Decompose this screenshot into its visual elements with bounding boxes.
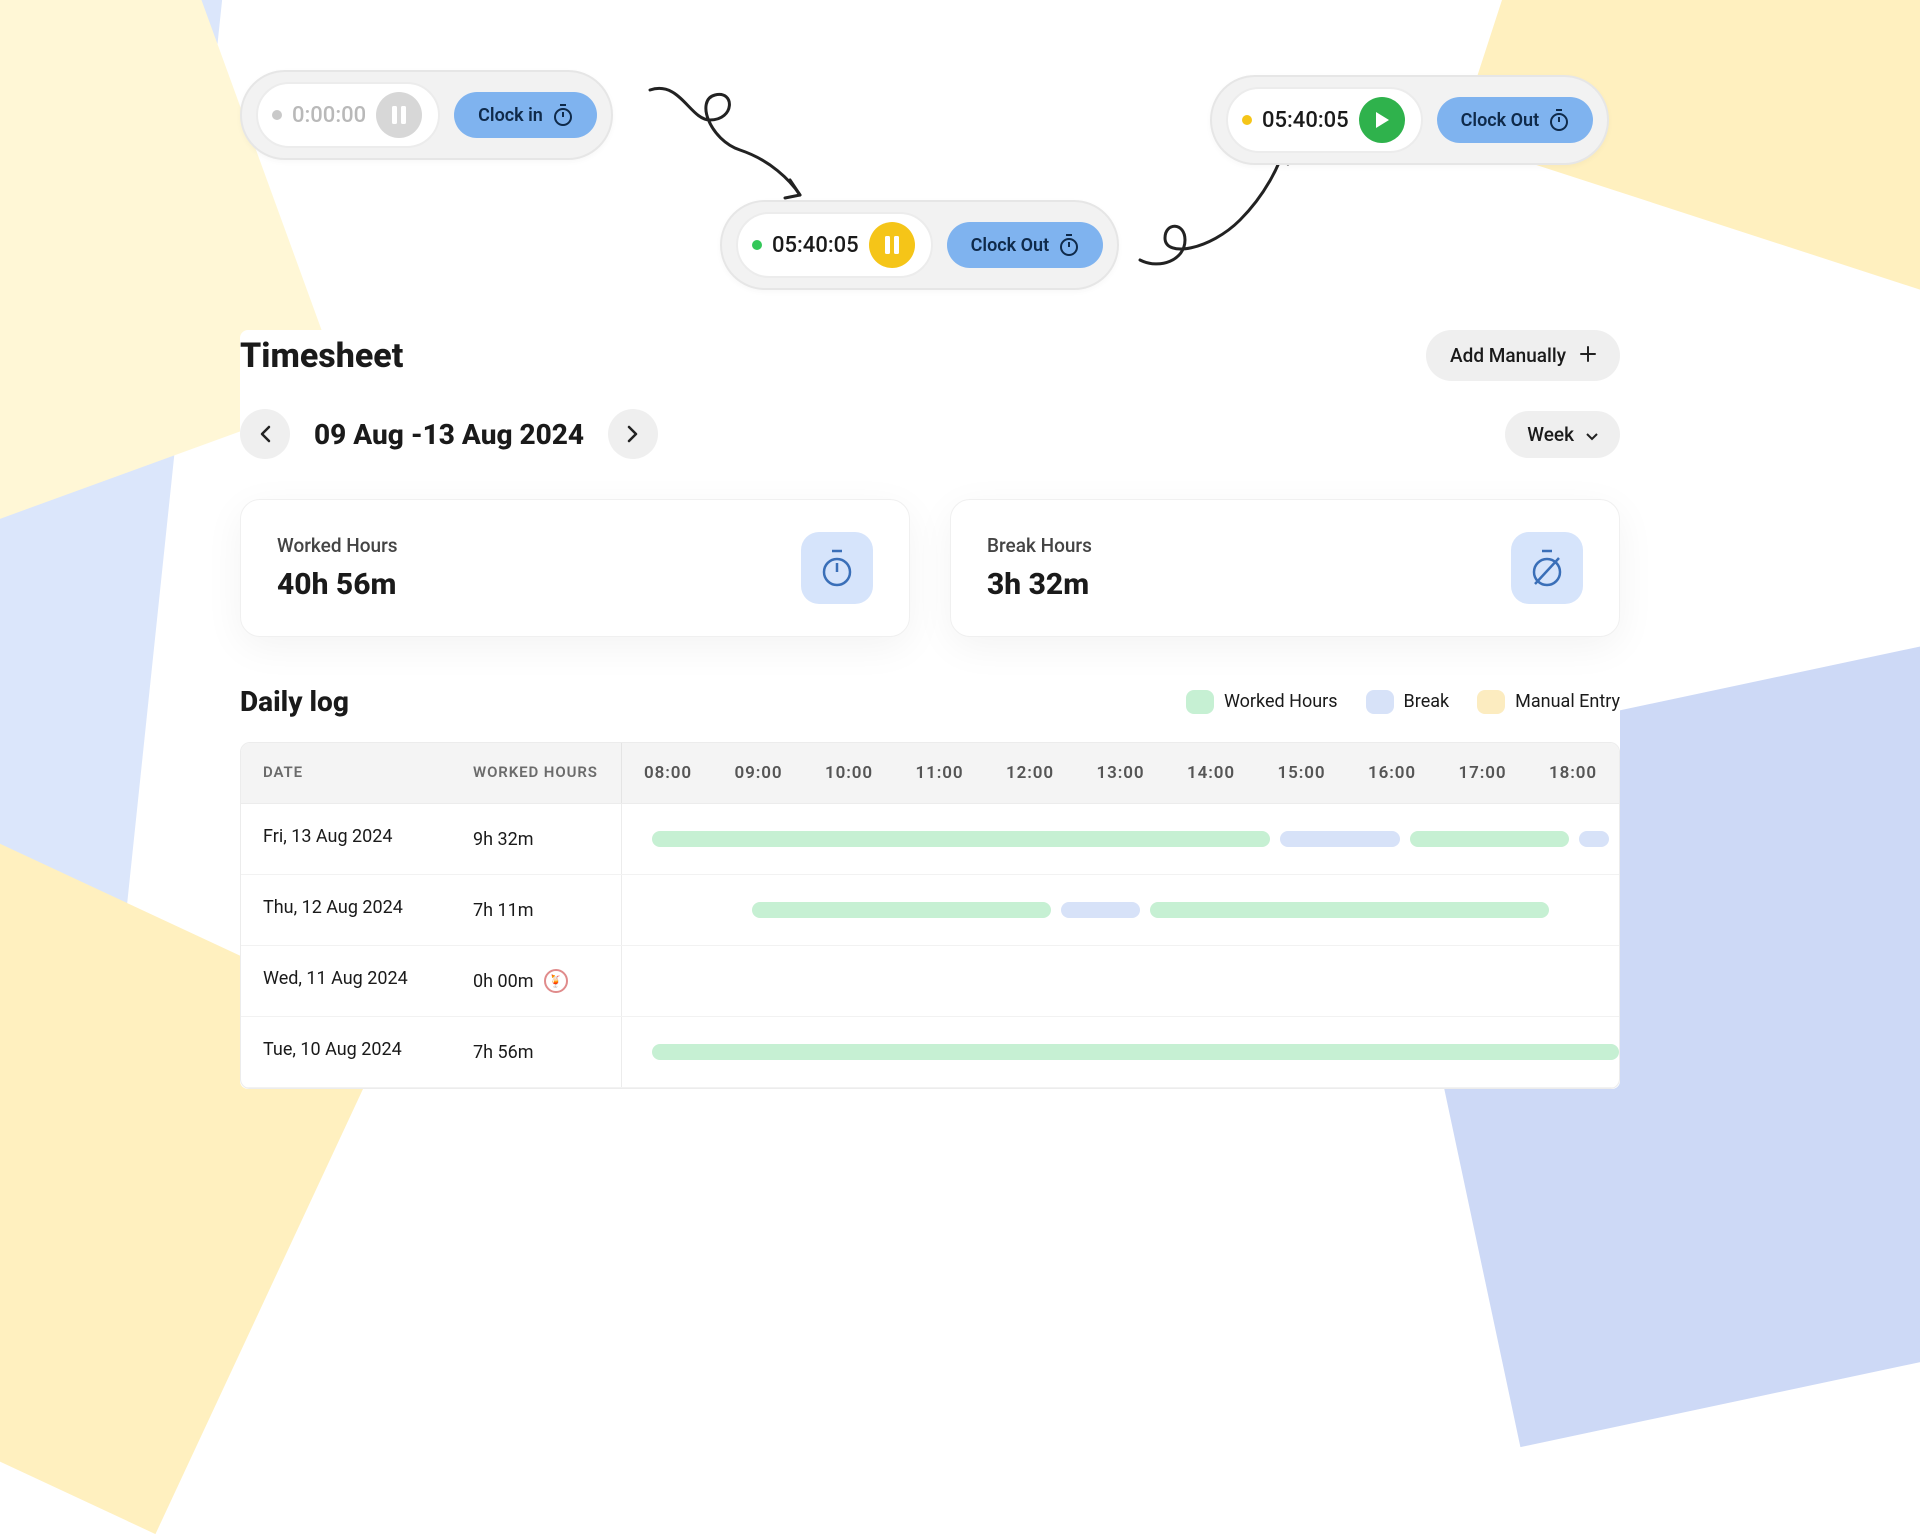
resume-button[interactable] bbox=[1359, 97, 1405, 143]
plus-icon bbox=[1580, 344, 1596, 367]
legend-break: Break bbox=[1366, 690, 1450, 714]
row-gantt bbox=[621, 875, 1619, 945]
clock-out-button[interactable]: Clock Out bbox=[1437, 97, 1594, 143]
status-dot-icon bbox=[752, 240, 762, 250]
arrow-doodle-icon bbox=[640, 70, 820, 210]
clock-in-button[interactable]: Clock in bbox=[454, 92, 597, 138]
caret-down-icon bbox=[1586, 423, 1598, 446]
pause-button[interactable] bbox=[869, 222, 915, 268]
break-hours-label: Break Hours bbox=[987, 534, 1092, 557]
table-row[interactable]: Thu, 12 Aug 20247h 11m bbox=[241, 875, 1619, 946]
hour-tick: 17:00 bbox=[1459, 763, 1507, 783]
prev-period-button[interactable] bbox=[240, 409, 290, 459]
stopwatch-icon bbox=[801, 532, 873, 604]
row-gantt bbox=[621, 804, 1619, 874]
legend-break-label: Break bbox=[1404, 691, 1450, 712]
hour-tick: 10:00 bbox=[825, 763, 873, 783]
hour-tick: 15:00 bbox=[1278, 763, 1326, 783]
status-dot-icon bbox=[1242, 115, 1252, 125]
row-worked-hours: 7h 56m bbox=[451, 1017, 621, 1087]
table-row[interactable]: Tue, 10 Aug 20247h 56m bbox=[241, 1017, 1619, 1088]
break-bar bbox=[1579, 831, 1609, 847]
view-mode-dropdown[interactable]: Week bbox=[1505, 411, 1620, 458]
clock-out-label: Clock Out bbox=[1461, 110, 1540, 131]
table-row[interactable]: Fri, 13 Aug 20249h 32m bbox=[241, 804, 1619, 875]
worked-hours-value: 40h 56m bbox=[277, 567, 398, 602]
clock-time-text: 05:40:05 bbox=[772, 233, 859, 258]
col-date: DATE bbox=[241, 743, 451, 803]
worked-bar bbox=[1150, 902, 1549, 918]
row-worked-hours: 7h 11m bbox=[451, 875, 621, 945]
next-period-button[interactable] bbox=[608, 409, 658, 459]
legend-manual-label: Manual Entry bbox=[1515, 691, 1620, 712]
row-worked-hours: 9h 32m bbox=[451, 804, 621, 874]
hour-tick: 14:00 bbox=[1187, 763, 1235, 783]
legend-worked-label: Worked Hours bbox=[1224, 691, 1338, 712]
break-hours-value: 3h 32m bbox=[987, 567, 1092, 602]
add-manually-button[interactable]: Add Manually bbox=[1426, 330, 1620, 381]
swatch-icon bbox=[1366, 690, 1394, 714]
page-title: Timesheet bbox=[240, 336, 403, 376]
status-dot-icon bbox=[272, 110, 282, 120]
hour-tick: 12:00 bbox=[1006, 763, 1054, 783]
legend-manual: Manual Entry bbox=[1477, 690, 1620, 714]
worked-bar bbox=[652, 1044, 1619, 1060]
row-date: Wed, 11 Aug 2024 bbox=[241, 946, 451, 1016]
chevron-right-icon bbox=[627, 425, 639, 443]
col-worked: WORKED HOURS bbox=[451, 743, 621, 803]
swatch-icon bbox=[1477, 690, 1505, 714]
clock-time-text: 05:40:05 bbox=[1262, 108, 1349, 133]
swatch-icon bbox=[1186, 690, 1214, 714]
row-gantt bbox=[621, 1017, 1619, 1087]
clock-time-display: 0:00:00 bbox=[256, 82, 440, 148]
clock-pill-running: 05:40:05 Clock Out bbox=[720, 200, 1119, 290]
break-hours-card: Break Hours 3h 32m bbox=[950, 499, 1620, 637]
chevron-left-icon bbox=[259, 425, 271, 443]
worked-hours-label: Worked Hours bbox=[277, 534, 398, 557]
daily-log-title: Daily log bbox=[240, 685, 349, 718]
stopwatch-icon bbox=[1549, 109, 1569, 131]
worked-hours-card: Worked Hours 40h 56m bbox=[240, 499, 910, 637]
date-range-label: 09 Aug -13 Aug 2024 bbox=[314, 418, 584, 451]
hour-tick: 16:00 bbox=[1368, 763, 1416, 783]
legend-worked: Worked Hours bbox=[1186, 690, 1338, 714]
timesheet-panel: Timesheet Add Manually 09 Aug -13 Aug 20… bbox=[240, 330, 1620, 1089]
clock-in-label: Clock in bbox=[478, 105, 543, 126]
clock-time-display: 05:40:05 bbox=[1226, 87, 1423, 153]
worked-bar bbox=[1410, 831, 1570, 847]
clock-out-label: Clock Out bbox=[971, 235, 1050, 256]
pause-button[interactable] bbox=[376, 92, 422, 138]
day-off-icon: 🍹 bbox=[544, 969, 568, 993]
clock-time-display: 05:40:05 bbox=[736, 212, 933, 278]
stopwatch-off-icon bbox=[1511, 532, 1583, 604]
clock-time-text: 0:00:00 bbox=[292, 103, 366, 128]
clock-pill-idle: 0:00:00 Clock in bbox=[240, 70, 613, 160]
worked-bar bbox=[652, 831, 1270, 847]
hour-tick: 18:00 bbox=[1549, 763, 1597, 783]
table-row[interactable]: Wed, 11 Aug 20240h 00m🍹 bbox=[241, 946, 1619, 1017]
break-bar bbox=[1280, 831, 1400, 847]
worked-bar bbox=[752, 902, 1051, 918]
daily-log-table: DATE WORKED HOURS 08:00 09:00 10:00 11:00 12… bbox=[240, 742, 1620, 1089]
stopwatch-icon bbox=[553, 104, 573, 126]
hour-tick: 13:00 bbox=[1097, 763, 1145, 783]
view-mode-label: Week bbox=[1527, 423, 1574, 446]
add-manually-label: Add Manually bbox=[1450, 344, 1566, 367]
stopwatch-icon bbox=[1059, 234, 1079, 256]
break-bar bbox=[1061, 902, 1141, 918]
hours-scale: 08:00 09:00 10:00 11:00 12:00 13:00 14:00 15:00… bbox=[621, 743, 1619, 803]
row-worked-hours: 0h 00m🍹 bbox=[451, 946, 621, 1016]
clock-out-button[interactable]: Clock Out bbox=[947, 222, 1104, 268]
legend: Worked Hours Break Manual Entry bbox=[1186, 690, 1620, 714]
row-gantt bbox=[621, 946, 1619, 1016]
hour-tick: 09:00 bbox=[735, 763, 783, 783]
row-date: Thu, 12 Aug 2024 bbox=[241, 875, 451, 945]
hour-tick: 11:00 bbox=[916, 763, 964, 783]
clock-pill-paused: 05:40:05 Clock Out bbox=[1210, 75, 1609, 165]
row-date: Tue, 10 Aug 2024 bbox=[241, 1017, 451, 1087]
hour-tick: 08:00 bbox=[644, 763, 692, 783]
row-date: Fri, 13 Aug 2024 bbox=[241, 804, 451, 874]
